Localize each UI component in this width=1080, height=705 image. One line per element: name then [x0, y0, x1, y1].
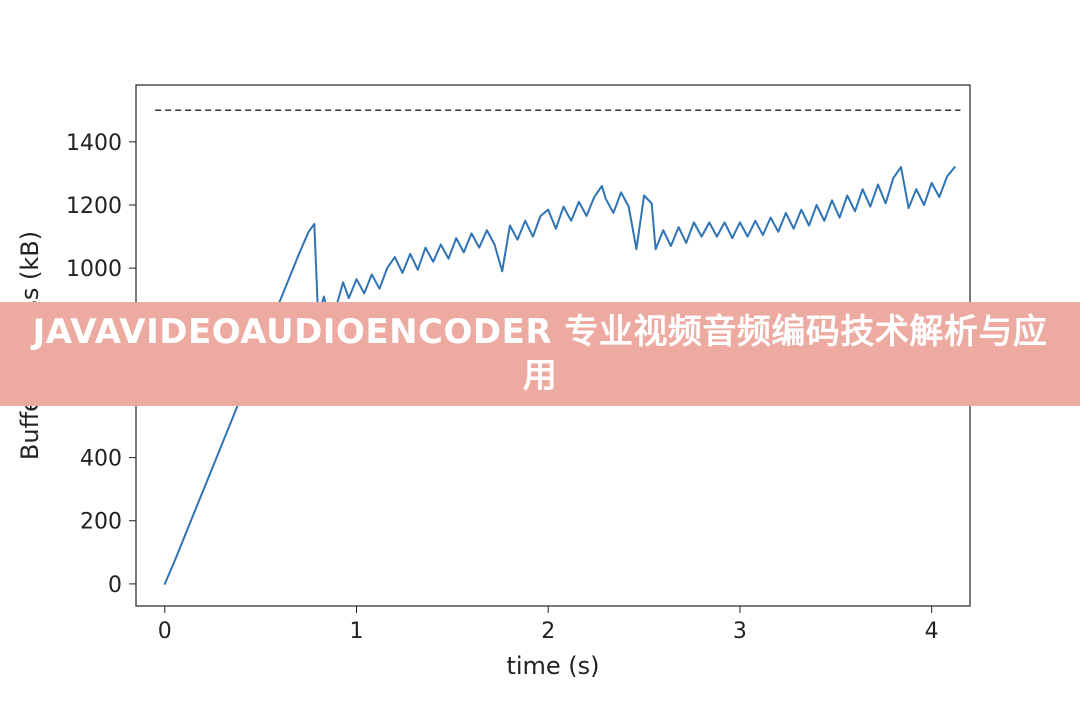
x-tick-label: 0 — [158, 619, 172, 644]
y-tick-label: 400 — [80, 447, 122, 472]
overlay-banner: JAVAVIDEOAUDIOENCODER 专业视频音频编码技术解析与应用 — [0, 302, 1080, 406]
x-tick-label: 4 — [925, 619, 939, 644]
y-tick-label: 200 — [80, 510, 122, 535]
y-tick-label: 1400 — [66, 131, 122, 156]
y-tick-label: 1000 — [66, 257, 122, 282]
x-axis-label: time (s) — [506, 652, 599, 680]
y-tick-label: 1200 — [66, 194, 122, 219]
x-tick-label: 3 — [733, 619, 747, 644]
x-tick-label: 2 — [541, 619, 555, 644]
x-tick-label: 1 — [349, 619, 363, 644]
y-tick-label: 0 — [108, 573, 122, 598]
overlay-text: JAVAVIDEOAUDIOENCODER 专业视频音频编码技术解析与应用 — [33, 312, 1048, 396]
